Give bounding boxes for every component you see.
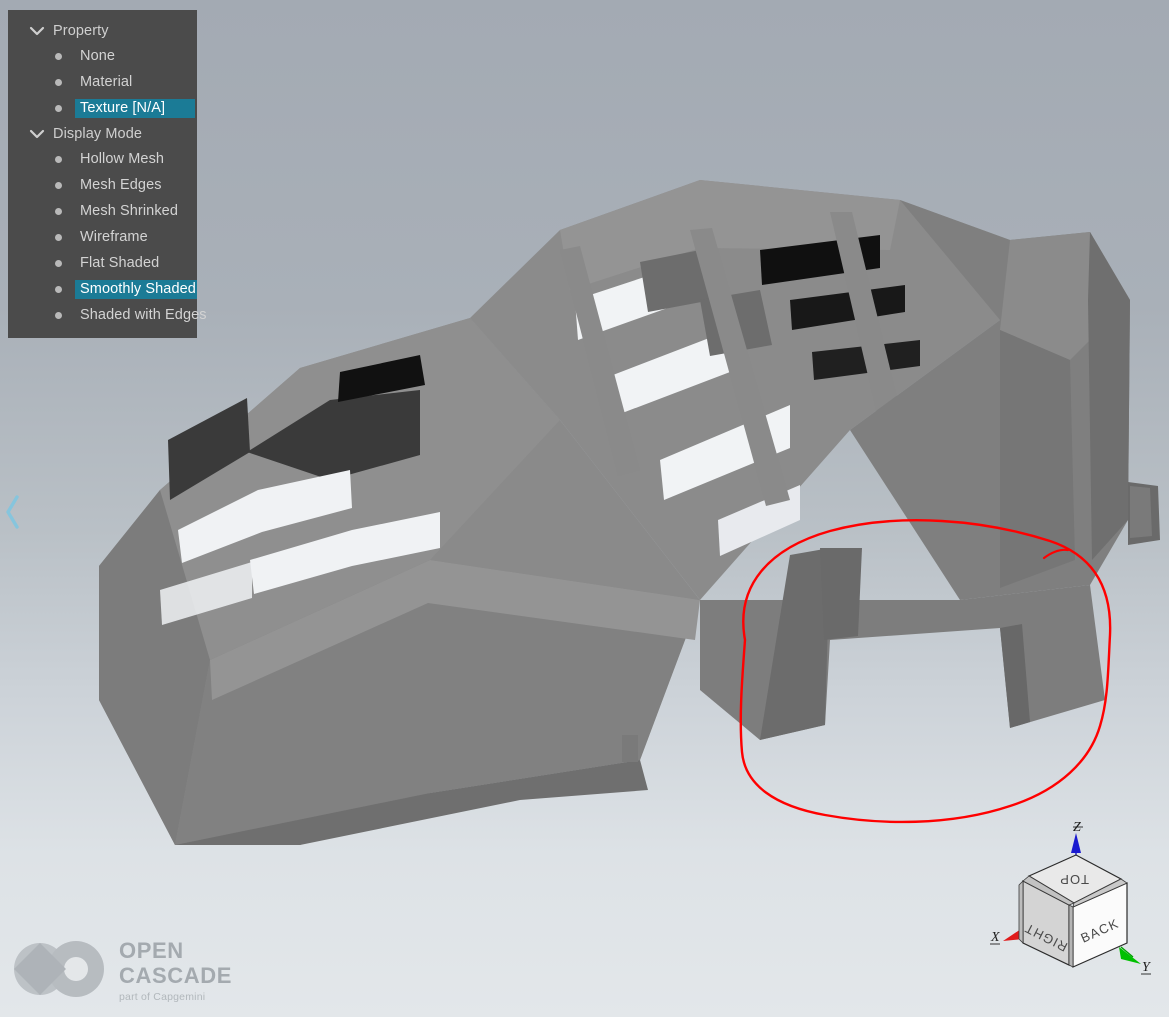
axis-label-x: X — [990, 930, 1000, 945]
view-options-panel[interactable]: Property None Material Texture [N/A] Dis… — [8, 10, 207, 338]
menu-item-mesh-edges[interactable]: Mesh Edges — [8, 172, 197, 198]
menu-item-mesh-shrinked[interactable]: Mesh Shrinked — [8, 198, 197, 224]
menu-item-label: Hollow Mesh — [80, 150, 165, 167]
bullet-icon — [55, 233, 62, 241]
group-header-display-mode[interactable]: Display Mode — [8, 121, 197, 146]
menu-item-wireframe[interactable]: Wireframe — [8, 224, 197, 250]
menu-item-flat-shaded[interactable]: Flat Shaded — [8, 250, 197, 276]
menu-item-label-selected: Smoothly Shaded — [75, 279, 197, 299]
cube-label-top: TOP — [1059, 872, 1089, 887]
menu-item-label: Mesh Shrinked — [80, 202, 179, 219]
collapse-panel-button[interactable] — [2, 492, 24, 532]
z-axis-arrow — [1071, 833, 1081, 853]
bullet-icon — [55, 285, 62, 293]
menu-item-label: Wireframe — [80, 228, 148, 245]
menu-item-label: Flat Shaded — [80, 254, 160, 271]
group-label-display-mode: Display Mode — [53, 125, 143, 142]
group-label-property: Property — [53, 22, 109, 39]
logo-wordmark: OPEN CASCADE part of Capgemini — [119, 940, 232, 1003]
group-header-property[interactable]: Property — [8, 18, 197, 43]
mesh-body — [99, 180, 1160, 845]
menu-item-smoothly-shaded[interactable]: Smoothly Shaded — [8, 276, 197, 302]
bullet-icon — [55, 207, 62, 215]
chevron-down-icon[interactable] — [26, 20, 48, 42]
open-cascade-logo: OPEN CASCADE part of Capgemini — [12, 938, 232, 1005]
infinity-logo-icon — [12, 938, 108, 1005]
menu-item-none[interactable]: None — [8, 43, 197, 69]
menu-item-label: Material — [80, 73, 133, 90]
bullet-icon — [55, 78, 62, 86]
menu-item-hollow-mesh[interactable]: Hollow Mesh — [8, 146, 197, 172]
view-cube[interactable]: Z X Y TOP RIGHT BACK — [981, 819, 1161, 989]
y-axis-arrow — [1119, 947, 1141, 964]
bullet-icon — [55, 52, 62, 60]
menu-item-label: None — [80, 47, 116, 64]
cube-body[interactable]: TOP RIGHT BACK — [1018, 854, 1128, 968]
chevron-left-icon[interactable] — [2, 492, 24, 532]
axis-label-y: Y — [1142, 960, 1152, 975]
bullet-icon — [55, 104, 62, 112]
bullet-icon — [55, 181, 62, 189]
menu-item-material[interactable]: Material — [8, 69, 197, 95]
axis-label-z: Z — [1073, 820, 1081, 835]
chevron-down-icon[interactable] — [26, 123, 48, 145]
menu-item-label-selected: Texture [N/A] — [75, 98, 195, 118]
menu-item-label: Mesh Edges — [80, 176, 162, 193]
menu-item-texture[interactable]: Texture [N/A] — [8, 95, 197, 121]
bullet-icon — [55, 311, 62, 319]
bullet-icon — [55, 155, 62, 163]
logo-line-1: OPEN — [119, 938, 184, 964]
menu-item-label: Shaded with Edges — [80, 306, 207, 323]
bullet-icon — [55, 259, 62, 267]
logo-tagline: part of Capgemini — [119, 991, 206, 1004]
logo-line-2: CASCADE — [119, 963, 232, 989]
viewer-window: Property None Material Texture [N/A] Dis… — [0, 0, 1169, 1017]
menu-item-shaded-with-edges[interactable]: Shaded with Edges — [8, 302, 207, 328]
